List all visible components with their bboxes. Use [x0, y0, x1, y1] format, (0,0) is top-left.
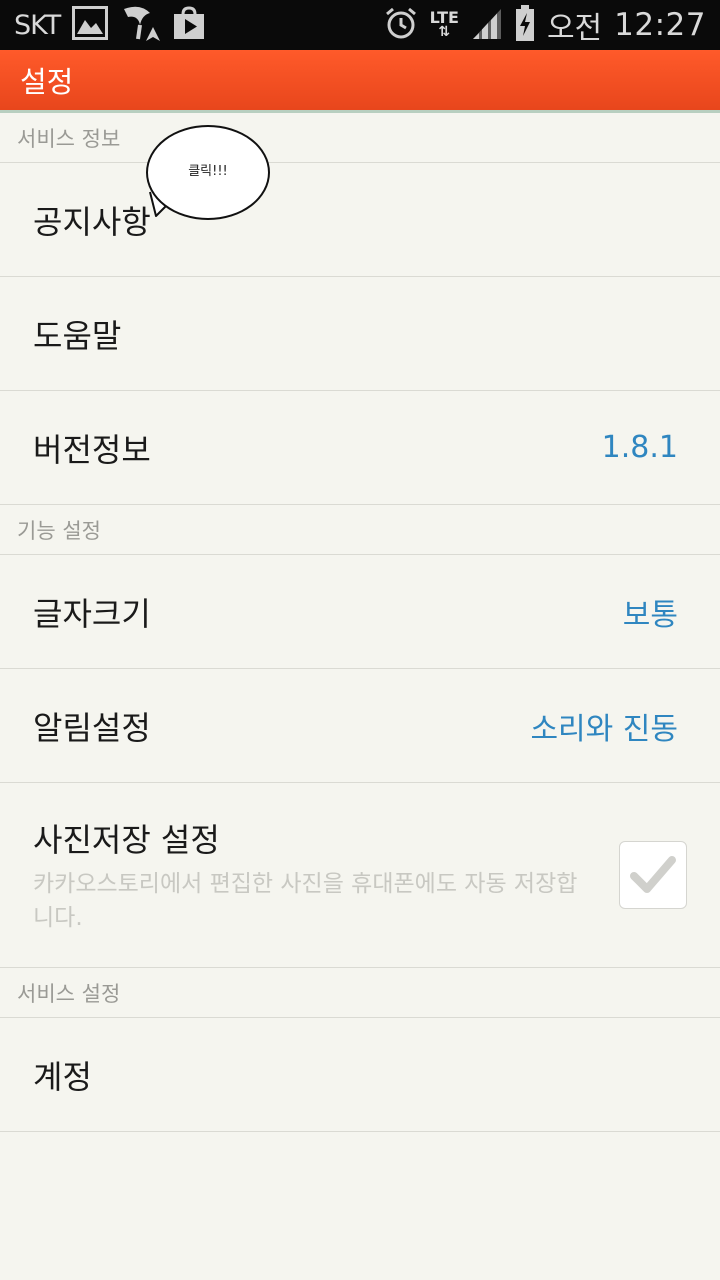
alarm-icon: [384, 6, 418, 44]
font-size-label: 글자크기: [33, 594, 151, 633]
settings-item-account[interactable]: 계정: [0, 1018, 720, 1132]
settings-list: 서비스 정보 공지사항 도움말 버전정보 1.8.1 기능 설정 글자크기 보통…: [0, 113, 720, 1132]
settings-screen: SKT LTE ⇅ 오전 12:27 설정 서비스 정보 공지사항 도움말 버전…: [0, 0, 720, 1280]
photo-save-checkbox[interactable]: [619, 841, 687, 909]
checkmark-icon: [630, 856, 676, 893]
settings-item-photo-save[interactable]: 사진저장 설정 카카오스토리에서 편집한 사진을 휴대폰에도 자동 저장합니다.: [0, 783, 720, 968]
settings-item-notification[interactable]: 알림설정 소리와 진동: [0, 669, 720, 783]
font-size-value: 보통: [622, 597, 678, 633]
account-label: 계정: [33, 1057, 92, 1096]
gallery-icon: [72, 6, 109, 44]
notice-label: 공지사항: [33, 202, 151, 241]
section-header-service-settings: 서비스 설정: [0, 968, 720, 1018]
action-bar: 설정: [0, 50, 720, 113]
settings-item-notice[interactable]: 공지사항: [0, 163, 720, 277]
speech-bubble-text: 클릭!!!: [188, 164, 228, 179]
signal-icon: [471, 7, 503, 43]
version-value: 1.8.1: [601, 430, 678, 465]
settings-item-help[interactable]: 도움말: [0, 277, 720, 391]
section-header-feature-settings: 기능 설정: [0, 505, 720, 555]
battery-charging-icon: [515, 5, 535, 45]
ampm-label: 오전: [546, 11, 603, 46]
section-header-service-info: 서비스 정보: [0, 113, 720, 163]
carrier-label: SKT: [14, 9, 61, 41]
play-store-icon: [172, 6, 206, 44]
settings-item-font-size[interactable]: 글자크기 보통: [0, 555, 720, 669]
photo-save-text: 사진저장 설정 카카오스토리에서 편집한 사진을 휴대폰에도 자동 저장합니다.: [33, 815, 619, 935]
photo-save-label: 사진저장 설정: [33, 821, 220, 859]
settings-item-version[interactable]: 버전정보 1.8.1: [0, 391, 720, 505]
status-bar: SKT LTE ⇅ 오전 12:27: [0, 0, 720, 50]
clock: 12:27: [614, 7, 706, 43]
notification-label: 알림설정: [33, 708, 151, 747]
tmap-icon: [120, 3, 161, 47]
speech-bubble: 클릭!!!: [146, 125, 270, 220]
help-label: 도움말: [33, 316, 122, 355]
version-label: 버전정보: [33, 430, 151, 469]
notification-value: 소리와 진동: [530, 711, 678, 747]
page-title: 설정: [20, 65, 74, 99]
photo-save-description: 카카오스토리에서 편집한 사진을 휴대폰에도 자동 저장합니다.: [33, 871, 578, 931]
lte-icon: LTE ⇅: [429, 8, 459, 40]
